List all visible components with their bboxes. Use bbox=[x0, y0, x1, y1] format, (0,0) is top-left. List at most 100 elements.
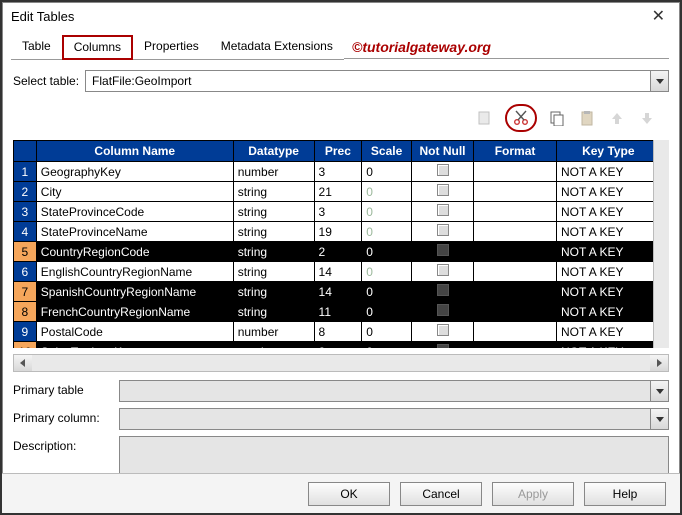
cell-format[interactable] bbox=[474, 322, 557, 342]
cell-format[interactable] bbox=[474, 202, 557, 222]
table-row[interactable]: 9PostalCodenumber80NOT A KEY bbox=[14, 322, 669, 342]
table-row[interactable]: 5CountryRegionCodestring20NOT A KEY bbox=[14, 242, 669, 262]
cell-prec[interactable]: 2 bbox=[314, 342, 362, 349]
table-row[interactable]: 7SpanishCountryRegionNamestring140 NOT A … bbox=[14, 282, 669, 302]
cell-column-name[interactable]: City bbox=[36, 182, 233, 202]
table-row[interactable]: 3StateProvinceCodestring30NOT A KEY bbox=[14, 202, 669, 222]
row-number[interactable]: 4 bbox=[14, 222, 37, 242]
cell-scale[interactable]: 0 bbox=[362, 162, 412, 182]
table-row[interactable]: 8FrenchCountryRegionNamestring110NOT A K… bbox=[14, 302, 669, 322]
cell-datatype[interactable]: number bbox=[233, 342, 314, 349]
row-number[interactable]: 10 bbox=[14, 342, 37, 349]
checkbox-icon[interactable] bbox=[437, 164, 449, 176]
cell-key-type[interactable]: NOT A KEY bbox=[557, 222, 661, 242]
cell-format[interactable] bbox=[474, 242, 557, 262]
cell-datatype[interactable]: string bbox=[233, 242, 314, 262]
cell-column-name[interactable]: PostalCode bbox=[36, 322, 233, 342]
cell-not-null[interactable] bbox=[411, 182, 473, 202]
checkbox-icon[interactable] bbox=[437, 304, 449, 316]
table-row[interactable]: 4StateProvinceNamestring190NOT A KEY bbox=[14, 222, 669, 242]
cell-not-null[interactable] bbox=[411, 162, 473, 182]
cell-column-name[interactable]: CountryRegionCode bbox=[36, 242, 233, 262]
cell-column-name[interactable]: StateProvinceCode bbox=[36, 202, 233, 222]
table-row[interactable]: 1GeographyKeynumber30NOT A KEY bbox=[14, 162, 669, 182]
help-button[interactable]: Help bbox=[584, 482, 666, 506]
scroll-right-icon[interactable] bbox=[650, 355, 668, 371]
chevron-down-icon[interactable] bbox=[650, 71, 668, 91]
cell-datatype[interactable]: number bbox=[233, 322, 314, 342]
table-row[interactable]: 6EnglishCountryRegionNamestring140NOT A … bbox=[14, 262, 669, 282]
cell-scale[interactable]: 0 bbox=[362, 262, 412, 282]
cell-not-null[interactable] bbox=[411, 202, 473, 222]
tab-metadata-extensions[interactable]: Metadata Extensions bbox=[210, 35, 344, 60]
cell-format[interactable] bbox=[474, 162, 557, 182]
columns-table[interactable]: Column Name Datatype Prec Scale Not Null… bbox=[13, 140, 669, 348]
tab-properties[interactable]: Properties bbox=[133, 35, 210, 60]
cell-format[interactable] bbox=[474, 222, 557, 242]
cell-prec[interactable]: 8 bbox=[314, 322, 362, 342]
row-number[interactable]: 9 bbox=[14, 322, 37, 342]
scroll-left-icon[interactable] bbox=[14, 355, 32, 371]
cell-key-type[interactable]: NOT A KEY bbox=[557, 342, 661, 349]
cell-key-type[interactable]: NOT A KEY bbox=[557, 302, 661, 322]
checkbox-icon[interactable] bbox=[437, 284, 449, 296]
cell-datatype[interactable]: string bbox=[233, 302, 314, 322]
vertical-scrollbar[interactable] bbox=[653, 140, 669, 348]
cell-format[interactable] bbox=[474, 182, 557, 202]
cell-format[interactable] bbox=[474, 302, 557, 322]
checkbox-icon[interactable] bbox=[437, 224, 449, 236]
cell-scale[interactable]: 0 bbox=[362, 282, 412, 302]
cell-prec[interactable]: 21 bbox=[314, 182, 362, 202]
checkbox-icon[interactable] bbox=[437, 184, 449, 196]
cell-scale[interactable]: 0 bbox=[362, 202, 412, 222]
checkbox-icon[interactable] bbox=[437, 204, 449, 216]
row-number[interactable]: 6 bbox=[14, 262, 37, 282]
checkbox-icon[interactable] bbox=[437, 264, 449, 276]
copy-icon[interactable] bbox=[547, 108, 567, 128]
scissors-icon[interactable] bbox=[511, 108, 531, 128]
cell-not-null[interactable] bbox=[411, 242, 473, 262]
row-number[interactable]: 3 bbox=[14, 202, 37, 222]
row-number[interactable]: 2 bbox=[14, 182, 37, 202]
cell-prec[interactable]: 14 bbox=[314, 262, 362, 282]
row-number[interactable]: 1 bbox=[14, 162, 37, 182]
cell-column-name[interactable]: SpanishCountryRegionName bbox=[36, 282, 233, 302]
cell-scale[interactable]: 0 bbox=[362, 322, 412, 342]
cell-column-name[interactable]: GeographyKey bbox=[36, 162, 233, 182]
cell-datatype[interactable]: string bbox=[233, 222, 314, 242]
cell-not-null[interactable] bbox=[411, 302, 473, 322]
cell-column-name[interactable]: EnglishCountryRegionName bbox=[36, 262, 233, 282]
table-row[interactable]: 2Citystring210NOT A KEY bbox=[14, 182, 669, 202]
cell-not-null[interactable] bbox=[411, 322, 473, 342]
cell-scale[interactable]: 0 bbox=[362, 342, 412, 349]
cell-key-type[interactable]: NOT A KEY bbox=[557, 282, 661, 302]
cell-not-null[interactable] bbox=[411, 222, 473, 242]
cell-prec[interactable]: 11 bbox=[314, 302, 362, 322]
row-number[interactable]: 7 bbox=[14, 282, 37, 302]
cell-scale[interactable]: 0 bbox=[362, 302, 412, 322]
cell-datatype[interactable]: string bbox=[233, 262, 314, 282]
cell-not-null[interactable] bbox=[411, 282, 473, 302]
close-icon[interactable]: ✕ bbox=[646, 6, 671, 26]
cell-scale[interactable]: 0 bbox=[362, 242, 412, 262]
tab-table[interactable]: Table bbox=[11, 35, 62, 60]
checkbox-icon[interactable] bbox=[437, 324, 449, 336]
cell-datatype[interactable]: string bbox=[233, 282, 314, 302]
select-table-dropdown[interactable]: FlatFile:GeoImport bbox=[85, 70, 669, 92]
tab-columns[interactable]: Columns bbox=[62, 35, 133, 60]
cell-prec[interactable]: 3 bbox=[314, 202, 362, 222]
cell-format[interactable] bbox=[474, 342, 557, 349]
cell-prec[interactable]: 14 bbox=[314, 282, 362, 302]
cell-prec[interactable]: 3 bbox=[314, 162, 362, 182]
table-row[interactable]: 10SalesTerritoryKeynumber20NOT A KEY bbox=[14, 342, 669, 349]
cell-key-type[interactable]: NOT A KEY bbox=[557, 162, 661, 182]
cell-scale[interactable]: 0 bbox=[362, 182, 412, 202]
cell-format[interactable] bbox=[474, 282, 557, 302]
row-number[interactable]: 8 bbox=[14, 302, 37, 322]
horizontal-scrollbar[interactable] bbox=[13, 354, 669, 372]
ok-button[interactable]: OK bbox=[308, 482, 390, 506]
cell-datatype[interactable]: string bbox=[233, 182, 314, 202]
cell-scale[interactable]: 0 bbox=[362, 222, 412, 242]
checkbox-icon[interactable] bbox=[437, 244, 449, 256]
cell-datatype[interactable]: string bbox=[233, 202, 314, 222]
